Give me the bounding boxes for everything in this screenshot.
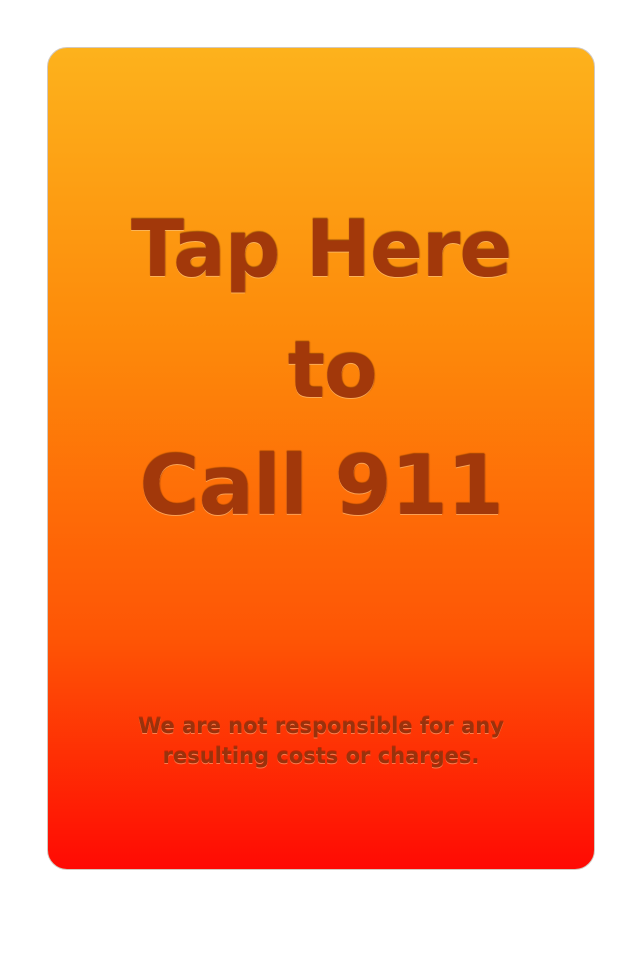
disclaimer-line-1: We are not responsible for any <box>138 714 504 738</box>
disclaimer-line-2: resulting costs or charges. <box>162 744 480 768</box>
headline-to: to <box>287 326 378 416</box>
headline-tap-here: Tap Here <box>130 205 512 295</box>
headline-call-911: Call 911 <box>139 439 503 534</box>
app-screen: Tap Here to Call 911 We are not responsi… <box>0 0 640 960</box>
call-911-button[interactable]: Tap Here to Call 911 We are not responsi… <box>47 47 595 870</box>
